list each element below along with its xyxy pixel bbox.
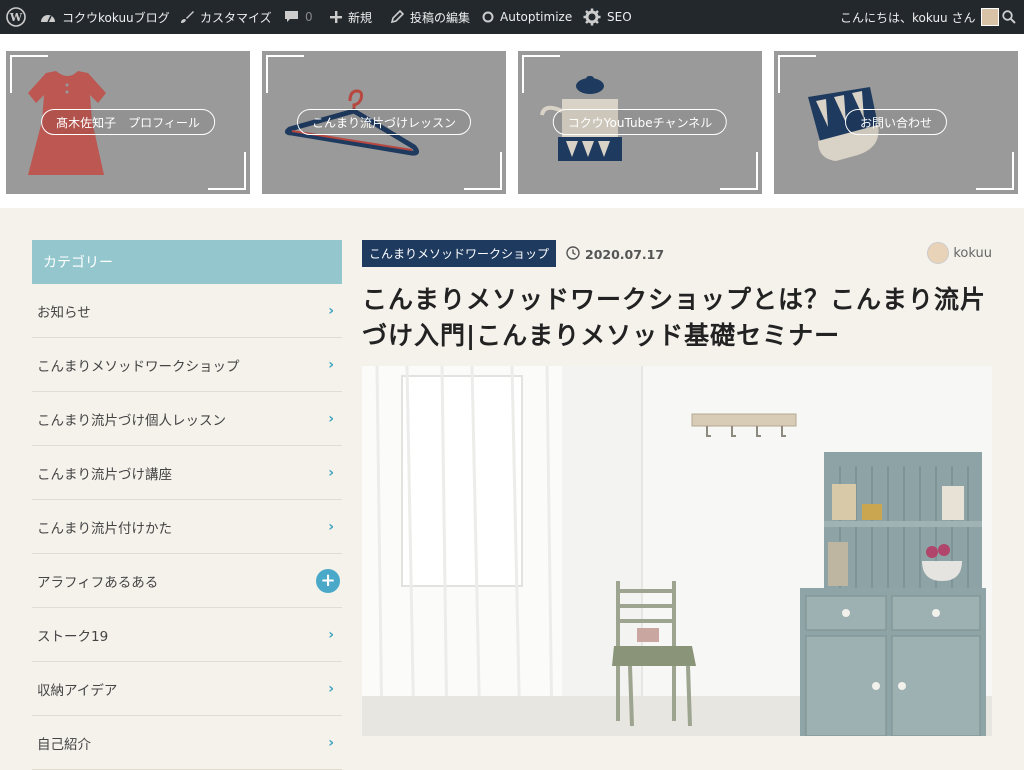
category-badge[interactable]: こんまりメソッドワークショップ (362, 240, 557, 267)
avatar (981, 8, 1000, 26)
post-date: 2020.07.17 (566, 246, 664, 263)
banner-label: 髙木佐知子 プロフィール (41, 109, 215, 135)
sidebar-item-label: お知らせ (37, 304, 91, 321)
chevron-right-icon: › (328, 626, 334, 643)
corner-frame-bottom-right (208, 152, 246, 190)
chevron-right-icon: › (328, 464, 334, 481)
chevron-right-icon: › (328, 356, 334, 373)
chevron-right-icon: › (328, 734, 334, 751)
site-name-link[interactable]: コクウkokuuブログ (40, 0, 170, 34)
sidebar-item-label: 収納アイデア (37, 682, 118, 699)
greeting-label: こんにちは、kokuu さん (840, 10, 976, 25)
corner-frame-bottom-right (720, 152, 758, 190)
chevron-right-icon: › (328, 410, 334, 427)
autoptimize-label: Autoptimize (500, 10, 573, 24)
account-menu[interactable]: こんにちは、kokuu さん (840, 0, 1000, 34)
banner-card-lesson[interactable]: こんまり流片づけレッスン (262, 51, 506, 194)
edit-post-label: 投稿の編集 (410, 10, 471, 25)
autoptimize-link[interactable]: Autoptimize (482, 0, 572, 34)
sidebar-item-self-intro[interactable]: 自己紹介 › (32, 716, 342, 770)
sidebar-item-label: こんまり流片づけ講座 (37, 466, 172, 483)
comment-bubble-icon (284, 10, 299, 24)
sidebar-item-label: こんまり流片づけ個人レッスン (37, 412, 226, 429)
banner-card-contact[interactable]: お問い合わせ (774, 51, 1018, 194)
banner-strip: 髙木佐知子 プロフィール こんまり流片づけレッスン コクウYouTubeチャンネ… (0, 34, 1024, 208)
corner-frame-top-left (10, 55, 48, 93)
seo-label: SEO (607, 10, 632, 24)
sidebar-item-course[interactable]: こんまり流片づけ講座 › (32, 446, 342, 500)
comments-count: 0 (305, 10, 313, 24)
author-name: kokuu (953, 245, 992, 261)
post-author[interactable]: kokuu (927, 242, 992, 264)
seo-link[interactable]: SEO (583, 0, 632, 34)
category-sidebar: カテゴリー お知らせ › こんまりメソッドワークショップ › こんまり流片づけ個… (32, 240, 342, 770)
article-meta: こんまりメソッドワークショップ 2020.07.17 kokuu (362, 240, 992, 268)
corner-frame-top-left (522, 55, 560, 93)
admin-bar: W コクウkokuuブログ カスタマイズ 0 新規 投稿の編集 Autoptim… (0, 0, 1024, 34)
sidebar-item-around-fifty[interactable]: アラフィフあるある + (32, 554, 342, 608)
author-avatar (927, 242, 950, 264)
dashboard-gauge-icon (40, 10, 56, 24)
sidebar-heading: カテゴリー (32, 240, 342, 284)
corner-frame-top-left (778, 55, 816, 93)
autoptimize-ring-icon (482, 11, 494, 23)
sidebar-item-konmari-workshop[interactable]: こんまりメソッドワークショップ › (32, 338, 342, 392)
clock-icon (566, 246, 580, 263)
post-date-value: 2020.07.17 (585, 247, 665, 262)
customize-link[interactable]: カスタマイズ (180, 0, 272, 34)
sidebar-item-stoke19[interactable]: ストーク19 › (32, 608, 342, 662)
chevron-right-icon: › (328, 518, 334, 535)
sidebar-item-tidying-method[interactable]: こんまり流片付けかた › (32, 500, 342, 554)
edit-post-link[interactable]: 投稿の編集 (390, 0, 470, 34)
corner-frame-bottom-right (976, 152, 1014, 190)
banner-label: お問い合わせ (844, 109, 948, 135)
plus-icon (330, 11, 342, 23)
sidebar-item-label: こんまりメソッドワークショップ (37, 358, 240, 375)
sidebar-item-private-lesson[interactable]: こんまり流片づけ個人レッスン › (32, 392, 342, 446)
article-title: こんまりメソッドワークショップとは？こんまり流片づけ入門|こんまりメソッド基礎セ… (362, 285, 987, 350)
gear-icon (583, 8, 601, 26)
banner-card-profile[interactable]: 髙木佐知子 プロフィール (6, 51, 250, 194)
search-icon[interactable] (1002, 0, 1016, 34)
site-name-label: コクウkokuuブログ (62, 10, 170, 25)
expand-plus-icon[interactable]: + (316, 568, 340, 593)
sidebar-item-label: アラフィフあるある (37, 574, 159, 591)
paintbrush-icon (180, 10, 194, 24)
chevron-right-icon: › (328, 680, 334, 697)
room-photo (362, 366, 992, 736)
sidebar-item-storage-ideas[interactable]: 収納アイデア › (32, 662, 342, 716)
hero-image (362, 366, 992, 736)
banner-label: コクウYouTubeチャンネル (552, 109, 728, 135)
wordpress-logo-icon[interactable]: W (6, 0, 26, 34)
sidebar-item-label: こんまり流片付けかた (37, 520, 172, 537)
corner-frame-bottom-right (464, 152, 502, 190)
new-content-link[interactable]: 新規 (330, 0, 372, 34)
pencil-icon (390, 10, 404, 24)
sidebar-item-news[interactable]: お知らせ › (32, 284, 342, 338)
comments-link[interactable]: 0 (284, 0, 313, 34)
chevron-right-icon: › (328, 302, 334, 319)
banner-card-youtube[interactable]: コクウYouTubeチャンネル (518, 51, 762, 194)
new-label: 新規 (348, 10, 373, 25)
svg-text:W: W (9, 11, 23, 24)
corner-frame-top-left (266, 55, 304, 93)
customize-label: カスタマイズ (200, 10, 272, 25)
banner-label: こんまり流片づけレッスン (296, 109, 472, 135)
article: こんまりメソッドワークショップ 2020.07.17 kokuu こんまりメソッ… (362, 240, 992, 736)
sidebar-item-label: ストーク19 (37, 628, 109, 645)
